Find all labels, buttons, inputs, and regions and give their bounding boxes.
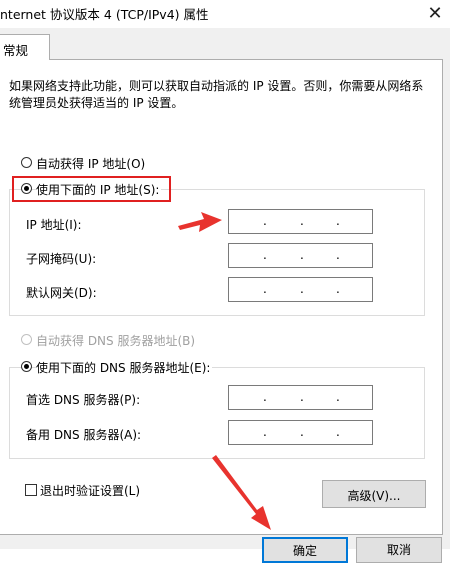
cancel-button[interactable]: 取消 (356, 537, 442, 563)
dns-group (9, 367, 425, 459)
ip-address-label: IP 地址(I): (26, 218, 82, 232)
ok-button-label: 确定 (292, 544, 317, 558)
alternate-dns-label: 备用 DNS 服务器(A): (26, 428, 142, 442)
subnet-mask-label: 子网掩码(U): (26, 252, 97, 266)
ip-address-input[interactable]: ... (228, 209, 373, 234)
annotation-arrow-down (212, 455, 271, 530)
ok-button[interactable]: 确定 (262, 537, 348, 563)
preferred-dns-input[interactable]: ... (228, 385, 373, 410)
advanced-button-label: 高级(V)... (347, 489, 401, 503)
cancel-button-label: 取消 (386, 543, 411, 557)
description-text: 如果网络支持此功能，则可以获取自动指派的 IP 设置。否则，你需要从网络系统管理… (9, 79, 424, 110)
auto-ip-label[interactable]: 自动获得 IP 地址(O) (36, 155, 145, 172)
validate-label[interactable]: 退出时验证设置(L) (40, 482, 140, 499)
manual-dns-radio[interactable] (21, 361, 32, 372)
validate-checkbox[interactable] (25, 484, 37, 496)
alternate-dns-input[interactable]: ... (228, 420, 373, 445)
advanced-button[interactable]: 高级(V)... (322, 480, 426, 508)
auto-ip-radio[interactable] (21, 157, 32, 168)
default-gateway-input[interactable]: ... (228, 277, 373, 302)
auto-dns-radio (21, 334, 32, 345)
preferred-dns-label: 首选 DNS 服务器(P): (26, 393, 141, 407)
auto-dns-label: 自动获得 DNS 服务器地址(B) (36, 334, 196, 348)
manual-dns-label[interactable]: 使用下面的 DNS 服务器地址(E): (36, 359, 213, 376)
subnet-mask-input[interactable]: ... (228, 243, 373, 268)
annotation-highlight-box (12, 176, 171, 202)
default-gateway-label: 默认网关(D): (26, 286, 97, 300)
